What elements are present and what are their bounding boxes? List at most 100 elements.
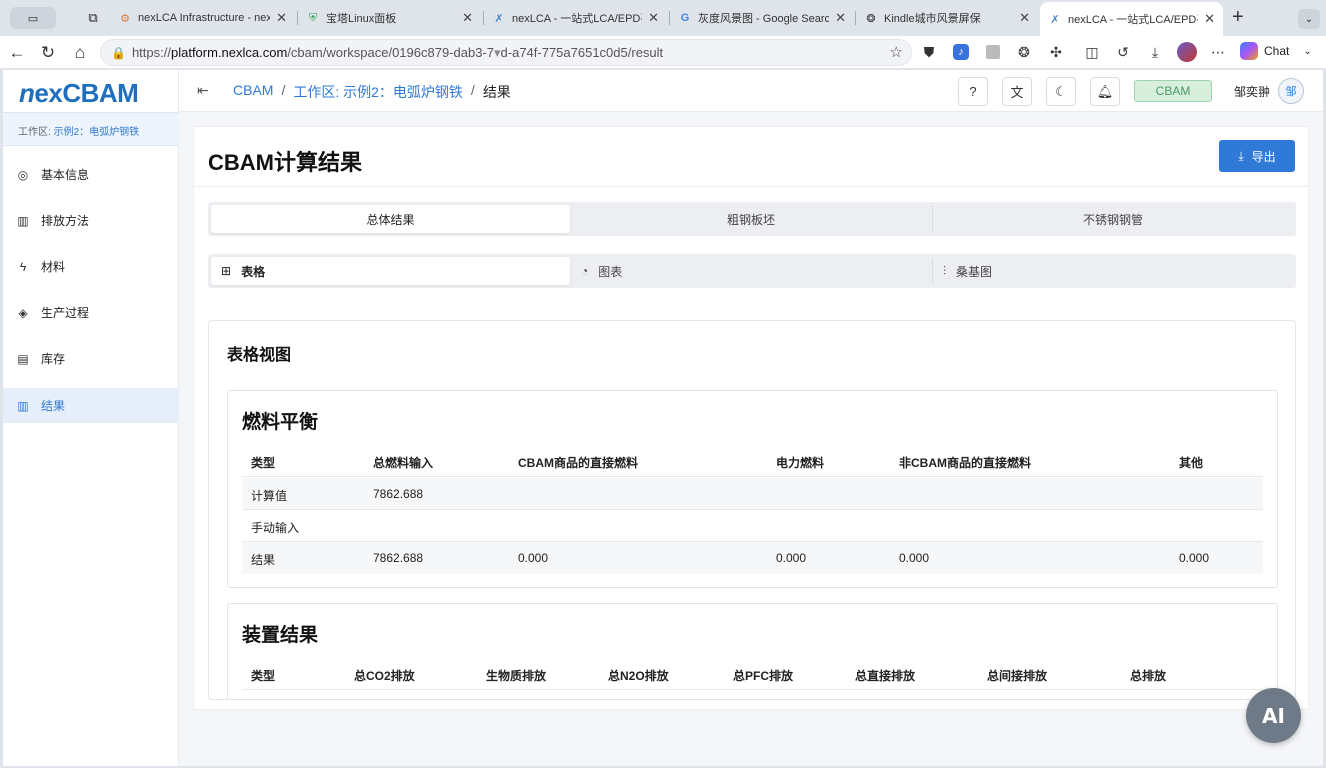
address-bar[interactable]: 🔒 https://platform.nexlca.com/cbam/works… bbox=[100, 39, 912, 66]
workspace-link[interactable]: 示例2：电弧炉钢铁 bbox=[54, 127, 140, 138]
collapse-sidebar-icon[interactable]: ⇤ bbox=[197, 82, 209, 99]
sidebar-item-production-process[interactable]: ◈ 生产过程 bbox=[3, 295, 179, 330]
browser-tab-active[interactable]: ✗ nexLCA - 一站式LCA/EPD平 ✕ bbox=[1040, 2, 1223, 36]
tab-stainless-steel-pipe[interactable]: 不锈钢钢管 bbox=[933, 205, 1293, 233]
building-icon: ▤ bbox=[17, 351, 29, 366]
extension-shield-icon[interactable]: ⛊ bbox=[918, 41, 940, 63]
tab-title: Kindle城市风景屏保 bbox=[884, 13, 981, 25]
x-logo-icon: ✗ bbox=[494, 12, 504, 25]
sidebar-item-results[interactable]: ▥ 结果 bbox=[3, 388, 179, 423]
window-menu-button[interactable]: ▭ bbox=[10, 7, 56, 29]
workspace-prefix: 工作区: bbox=[18, 127, 54, 138]
table-header-row: 类型 总燃料输入 CBAM商品的直接燃料 电力燃料 非CBAM商品的直接燃料 其… bbox=[242, 445, 1263, 477]
tab-crude-steel-slab[interactable]: 粗钢板坯 bbox=[571, 205, 931, 233]
table-cell: 7862.688 bbox=[373, 551, 424, 565]
breadcrumb-cbam[interactable]: CBAM bbox=[233, 82, 273, 102]
table-cell: 0.000 bbox=[1179, 551, 1210, 565]
username[interactable]: 邹奕翀 bbox=[1234, 83, 1270, 100]
gear-orange-icon: ⚙ bbox=[120, 12, 130, 25]
tab-label: 表格 bbox=[241, 264, 266, 279]
sidebar-item-materials[interactable]: ϟ 材料 bbox=[3, 249, 179, 284]
split-screen-icon[interactable]: ◫ bbox=[1081, 41, 1103, 63]
sidebar-item-inventory[interactable]: ▤ 库存 bbox=[3, 341, 179, 376]
browser-tab-3[interactable]: ✗ nexLCA - 一站式LCA/EPD平 ✕ bbox=[484, 4, 667, 32]
history-icon[interactable]: ↺ bbox=[1112, 41, 1134, 63]
breadcrumb-current: 结果 bbox=[482, 84, 511, 100]
column-header: CBAM商品的直接燃料 bbox=[518, 456, 638, 470]
browser-toolbar: ← ↻ ⌂ 🔒 https://platform.nexlca.com/cbam… bbox=[0, 36, 1326, 69]
download-icon[interactable]: ⤓ bbox=[1144, 41, 1166, 63]
table-cell: 7862.688 bbox=[373, 487, 424, 501]
help-button[interactable]: ? bbox=[958, 77, 988, 106]
back-icon[interactable]: ← bbox=[4, 40, 30, 66]
tab-sankey-view[interactable]: ⫶ 桑基图 bbox=[933, 257, 1293, 285]
close-tab-icon[interactable]: ✕ bbox=[1204, 11, 1215, 27]
ai-assistant-button[interactable]: AI bbox=[1246, 688, 1301, 743]
lightning-icon: ϟ bbox=[19, 259, 27, 274]
download-icon: ⤓ bbox=[1238, 148, 1244, 163]
tab-chart-view[interactable]: ◔ 图表 bbox=[571, 257, 931, 285]
tab-search-icon[interactable]: ⌄ bbox=[1298, 9, 1320, 29]
extension-square-icon[interactable] bbox=[982, 41, 1004, 63]
page-title: CBAM计算结果 bbox=[208, 150, 362, 175]
tab-actions-button[interactable]: ⧉ bbox=[80, 7, 106, 29]
notifications-button[interactable]: 🔔︎ bbox=[1090, 77, 1120, 106]
layers-icon: ◈ bbox=[18, 305, 28, 320]
module-badge[interactable]: CBAM bbox=[1134, 80, 1212, 102]
more-menu-icon[interactable]: ⋯ bbox=[1207, 41, 1229, 63]
theme-toggle-button[interactable]: ☾ bbox=[1046, 77, 1076, 106]
extensions-icon[interactable]: ✣ bbox=[1045, 41, 1067, 63]
tab-title: 宝塔Linux面板 bbox=[326, 13, 397, 25]
sidebar-item-basic-info[interactable]: ◎ 基本信息 bbox=[3, 157, 179, 192]
browser-tab-5[interactable]: ❂ Kindle城市风景屏保 ✕ bbox=[856, 4, 1038, 32]
results-card: CBAM计算结果 ⤓ 导出 总体结果 粗钢板坯 不锈钢钢管 ⊞ 表格 ◔ 图表 ⫶ 桑… bbox=[193, 126, 1309, 710]
export-button[interactable]: ⤓ 导出 bbox=[1219, 140, 1295, 172]
avatar[interactable]: 邹 bbox=[1278, 78, 1304, 104]
column-header: 非CBAM商品的直接燃料 bbox=[899, 456, 1031, 470]
browser-tab-1[interactable]: ⚙ nexLCA Infrastructure - nex ✕ bbox=[110, 4, 295, 32]
table-header-row: 类型 总CO2排放 生物质排放 总N2O排放 总PFC排放 总直接排放 总间接排… bbox=[242, 658, 1263, 690]
sidebar-item-label: 生产过程 bbox=[41, 306, 90, 320]
table-cell: 手动输入 bbox=[251, 521, 300, 535]
tab-overall-results[interactable]: 总体结果 bbox=[211, 205, 570, 233]
sidebar-item-emission-methods[interactable]: ▥ 排放方法 bbox=[3, 203, 179, 238]
breadcrumb-workspace[interactable]: 工作区: 示例2：电弧炉钢铁 bbox=[293, 82, 463, 102]
column-header: 总排放 bbox=[1130, 669, 1167, 683]
table-row: 结果 7862.688 0.000 0.000 0.000 0.000 bbox=[242, 542, 1263, 574]
home-icon[interactable]: ⌂ bbox=[67, 40, 93, 66]
close-tab-icon[interactable]: ✕ bbox=[1019, 10, 1030, 26]
close-tab-icon[interactable]: ✕ bbox=[835, 10, 846, 26]
chat-label: Chat bbox=[1264, 44, 1290, 58]
close-tab-icon[interactable]: ✕ bbox=[648, 10, 659, 26]
tab-label: 桑基图 bbox=[956, 264, 993, 279]
copilot-chat-button[interactable]: Chat ⌄ bbox=[1240, 42, 1312, 60]
pie-chart-icon: ◔ bbox=[581, 264, 589, 278]
bar-chart-icon: ▥ bbox=[17, 213, 29, 228]
browser-tab-4[interactable]: G 灰度风景图 - Google Search ✕ bbox=[670, 4, 854, 32]
tab-table-view[interactable]: ⊞ 表格 bbox=[211, 257, 570, 285]
divider bbox=[194, 186, 1308, 187]
sidebar-item-label: 库存 bbox=[41, 352, 66, 366]
column-header: 总N2O排放 bbox=[608, 669, 669, 683]
new-tab-icon[interactable]: + bbox=[1232, 6, 1244, 29]
export-label: 导出 bbox=[1251, 149, 1276, 164]
breadcrumb-separator: / bbox=[470, 82, 475, 98]
reload-icon[interactable]: ↻ bbox=[35, 40, 61, 66]
panel-title: 表格视图 bbox=[227, 347, 292, 364]
favorite-star-icon[interactable]: ☆ bbox=[890, 43, 903, 61]
extension-music-icon[interactable]: ♪ bbox=[950, 41, 972, 63]
sidebar-item-label: 排放方法 bbox=[41, 214, 90, 228]
close-tab-icon[interactable]: ✕ bbox=[276, 10, 287, 26]
profile-avatar[interactable] bbox=[1176, 41, 1198, 63]
column-header: 总直接排放 bbox=[855, 669, 916, 683]
tab-label: 不锈钢钢管 bbox=[1082, 212, 1143, 227]
language-button[interactable]: 文 bbox=[1002, 77, 1032, 106]
close-tab-icon[interactable]: ✕ bbox=[462, 10, 473, 26]
shield-icon: ⛨ bbox=[308, 11, 318, 24]
tab-label: 总体结果 bbox=[366, 212, 415, 227]
tab-title: nexLCA Infrastructure - nex bbox=[138, 12, 271, 24]
browser-tab-2[interactable]: ⛨ 宝塔Linux面板 ✕ bbox=[298, 4, 481, 32]
fuel-balance-card: 燃料平衡 类型 总燃料输入 CBAM商品的直接燃料 电力燃料 非CBAM商品的直… bbox=[227, 390, 1278, 588]
extension-openai-icon[interactable]: ❂ bbox=[1013, 41, 1035, 63]
nexcbam-logo[interactable]: nexCBAM bbox=[19, 78, 139, 108]
